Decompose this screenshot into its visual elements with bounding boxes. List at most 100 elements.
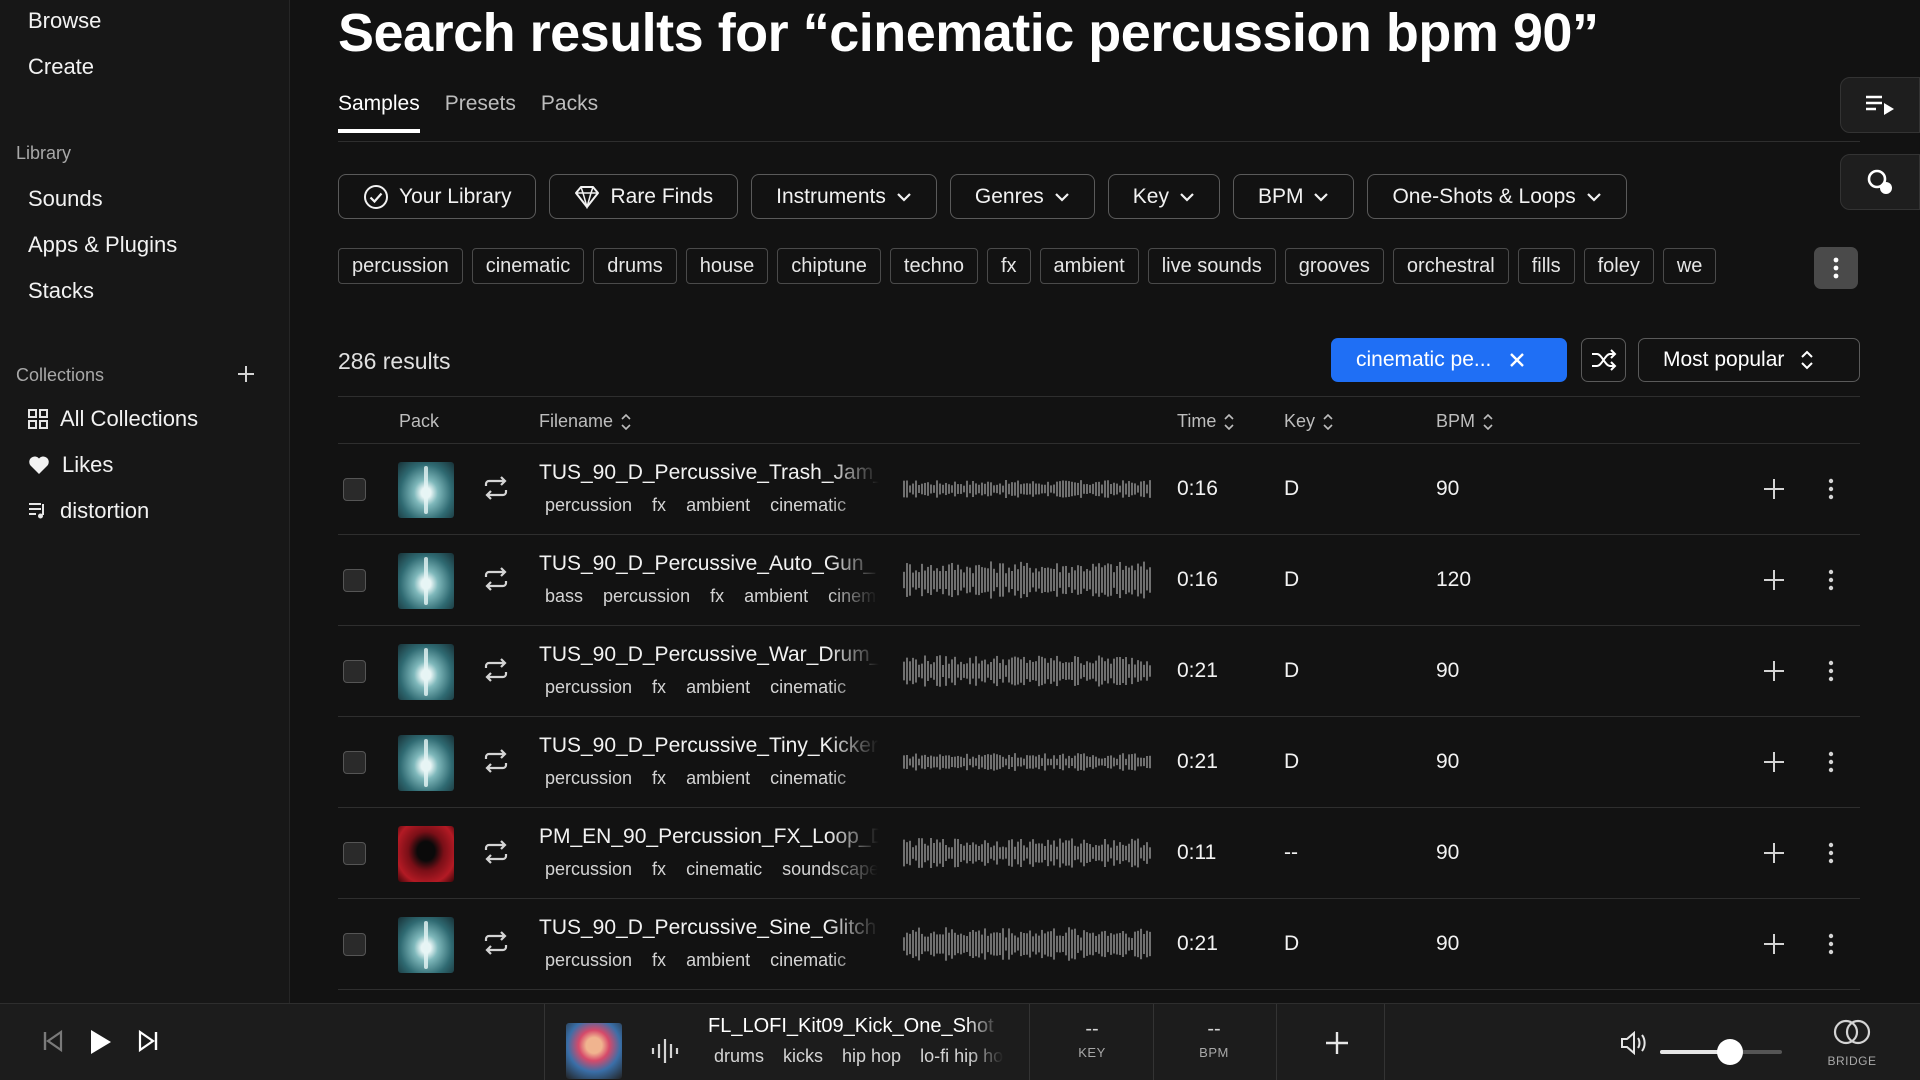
sample-tag[interactable]: ambient — [744, 586, 808, 607]
pack-cover[interactable] — [398, 462, 454, 518]
bpm-dropdown[interactable]: BPM — [1232, 174, 1355, 219]
sample-tag[interactable]: fx — [652, 768, 666, 789]
loop-icon[interactable] — [482, 929, 510, 957]
key-column-header[interactable]: Key — [1284, 411, 1333, 432]
player-tag[interactable]: lo-fi hip hop — [920, 1046, 1004, 1067]
sample-tag[interactable]: fx — [652, 677, 666, 698]
sample-tag[interactable]: ambient — [686, 768, 750, 789]
sample-tag[interactable]: fx — [652, 950, 666, 971]
tab-presets[interactable]: Presets — [445, 92, 516, 133]
waveform[interactable] — [902, 921, 1154, 967]
sample-filename[interactable]: TUS_90_D_Percussive_Sine_Glitch — [539, 916, 879, 940]
tag-filter-chip[interactable]: fx — [986, 248, 1031, 284]
waveform[interactable] — [902, 557, 1154, 603]
sample-tag[interactable]: soundscape — [782, 859, 878, 880]
sample-tag[interactable]: percussion — [545, 495, 632, 516]
sample-tag[interactable]: fx — [652, 495, 666, 516]
table-row[interactable]: PM_EN_90_Percussion_FX_Loop_D percussion f… — [338, 808, 1860, 899]
row-more-icon[interactable] — [1827, 841, 1835, 865]
table-row[interactable]: TUS_90_D_Percussive_Auto_Gun_ bass percuss… — [338, 535, 1860, 626]
your-library-filter[interactable]: Your Library — [338, 174, 537, 219]
row-more-icon[interactable] — [1827, 477, 1835, 501]
tag-filter-chip[interactable]: house — [685, 248, 769, 284]
table-row[interactable]: TUS_90_D_Percussive_War_Drum_ percussion f… — [338, 626, 1860, 717]
previous-button[interactable] — [40, 1028, 66, 1059]
pack-cover[interactable] — [398, 917, 454, 973]
add-to-library-button[interactable] — [1762, 841, 1786, 865]
tag-filter-chip[interactable]: drums — [593, 248, 677, 284]
sample-filename[interactable]: TUS_90_D_Percussive_War_Drum_ — [539, 643, 879, 667]
more-tags-button[interactable] — [1814, 247, 1858, 289]
one-shots-loops-dropdown[interactable]: One-Shots & Loops — [1367, 174, 1627, 219]
add-to-library-button[interactable] — [1762, 477, 1786, 501]
tag-filter-chip[interactable]: foley — [1583, 248, 1654, 284]
bridge-button[interactable]: BRIDGE — [1822, 1018, 1882, 1068]
sample-tag[interactable]: cinematic — [770, 768, 846, 789]
tag-filter-chip[interactable]: we — [1662, 248, 1717, 284]
time-column-header[interactable]: Time — [1177, 411, 1234, 432]
sample-tag[interactable]: bass — [545, 586, 583, 607]
sample-tag[interactable]: fx — [652, 859, 666, 880]
loop-icon[interactable] — [482, 747, 510, 775]
waveform[interactable] — [902, 830, 1154, 876]
table-row[interactable]: TUS_90_D_Percussive_Sine_Glitch percussio… — [338, 899, 1860, 990]
sample-filename[interactable]: PM_EN_90_Percussion_FX_Loop_D — [539, 825, 879, 849]
shuffle-button[interactable] — [1581, 338, 1626, 382]
sample-filename[interactable]: TUS_90_D_Percussive_Trash_Jam_ — [539, 461, 879, 485]
waveform[interactable] — [902, 648, 1154, 694]
add-to-library-button[interactable] — [1762, 750, 1786, 774]
sample-tag[interactable]: cinematic — [770, 950, 846, 971]
tag-filter-chip[interactable]: orchestral — [1392, 248, 1509, 284]
sample-tag[interactable]: ambient — [686, 677, 750, 698]
sort-dropdown[interactable]: Most popular — [1638, 338, 1860, 382]
sample-tag[interactable]: ambient — [686, 950, 750, 971]
row-checkbox[interactable] — [343, 478, 366, 501]
sample-tag[interactable]: percussion — [545, 768, 632, 789]
nav-browse[interactable]: Browse — [28, 8, 101, 34]
volume-button[interactable] — [1620, 1030, 1648, 1060]
sample-tag[interactable]: cinematic — [770, 495, 846, 516]
sample-tag[interactable]: percussion — [545, 677, 632, 698]
queue-button[interactable] — [1840, 77, 1920, 133]
sample-tag[interactable]: cinematic — [770, 677, 846, 698]
rare-finds-filter[interactable]: Rare Finds — [549, 174, 739, 219]
waveform[interactable] — [902, 466, 1154, 512]
volume-slider[interactable] — [1660, 1039, 1782, 1065]
tag-filter-chip[interactable]: chiptune — [777, 248, 881, 284]
row-checkbox[interactable] — [343, 569, 366, 592]
add-collection-button[interactable] — [236, 364, 256, 384]
close-icon[interactable] — [1509, 352, 1525, 368]
sample-tag[interactable]: cinematic — [686, 859, 762, 880]
row-more-icon[interactable] — [1827, 932, 1835, 956]
row-checkbox[interactable] — [343, 660, 366, 683]
add-to-library-button[interactable] — [1762, 659, 1786, 683]
player-track-title[interactable]: FL_LOFI_Kit09_Kick_One_Shot — [708, 1015, 1000, 1038]
bpm-column-header[interactable]: BPM — [1436, 411, 1493, 432]
pack-cover[interactable] — [398, 735, 454, 791]
table-row[interactable]: TUS_90_D_Percussive_Trash_Jam_ percussion… — [338, 444, 1860, 535]
player-add-button[interactable] — [1324, 1030, 1350, 1061]
tag-filter-chip[interactable]: cinematic — [471, 248, 585, 284]
tag-filter-chip[interactable]: techno — [889, 248, 978, 284]
play-button[interactable] — [88, 1028, 114, 1061]
tag-filter-chip[interactable]: percussion — [338, 248, 463, 284]
sample-filename[interactable]: TUS_90_D_Percussive_Tiny_Kicker — [539, 734, 879, 758]
sample-filename[interactable]: TUS_90_D_Percussive_Auto_Gun_ — [539, 552, 879, 576]
row-more-icon[interactable] — [1827, 568, 1835, 592]
sample-tag[interactable]: percussion — [545, 859, 632, 880]
filename-column-header[interactable]: Filename — [539, 411, 631, 432]
loop-icon[interactable] — [482, 656, 510, 684]
loop-icon[interactable] — [482, 838, 510, 866]
genres-dropdown[interactable]: Genres — [949, 174, 1095, 219]
tab-samples[interactable]: Samples — [338, 92, 420, 133]
sidebar-item-sounds[interactable]: Sounds — [28, 186, 103, 212]
pack-cover[interactable] — [398, 644, 454, 700]
loop-icon[interactable] — [482, 474, 510, 502]
tag-filter-chip[interactable]: ambient — [1039, 248, 1139, 284]
row-checkbox[interactable] — [343, 842, 366, 865]
sample-tag[interactable]: percussion — [545, 950, 632, 971]
add-to-library-button[interactable] — [1762, 932, 1786, 956]
sidebar-item-likes[interactable]: Likes — [28, 452, 113, 478]
sample-tag[interactable]: fx — [710, 586, 724, 607]
add-to-library-button[interactable] — [1762, 568, 1786, 592]
